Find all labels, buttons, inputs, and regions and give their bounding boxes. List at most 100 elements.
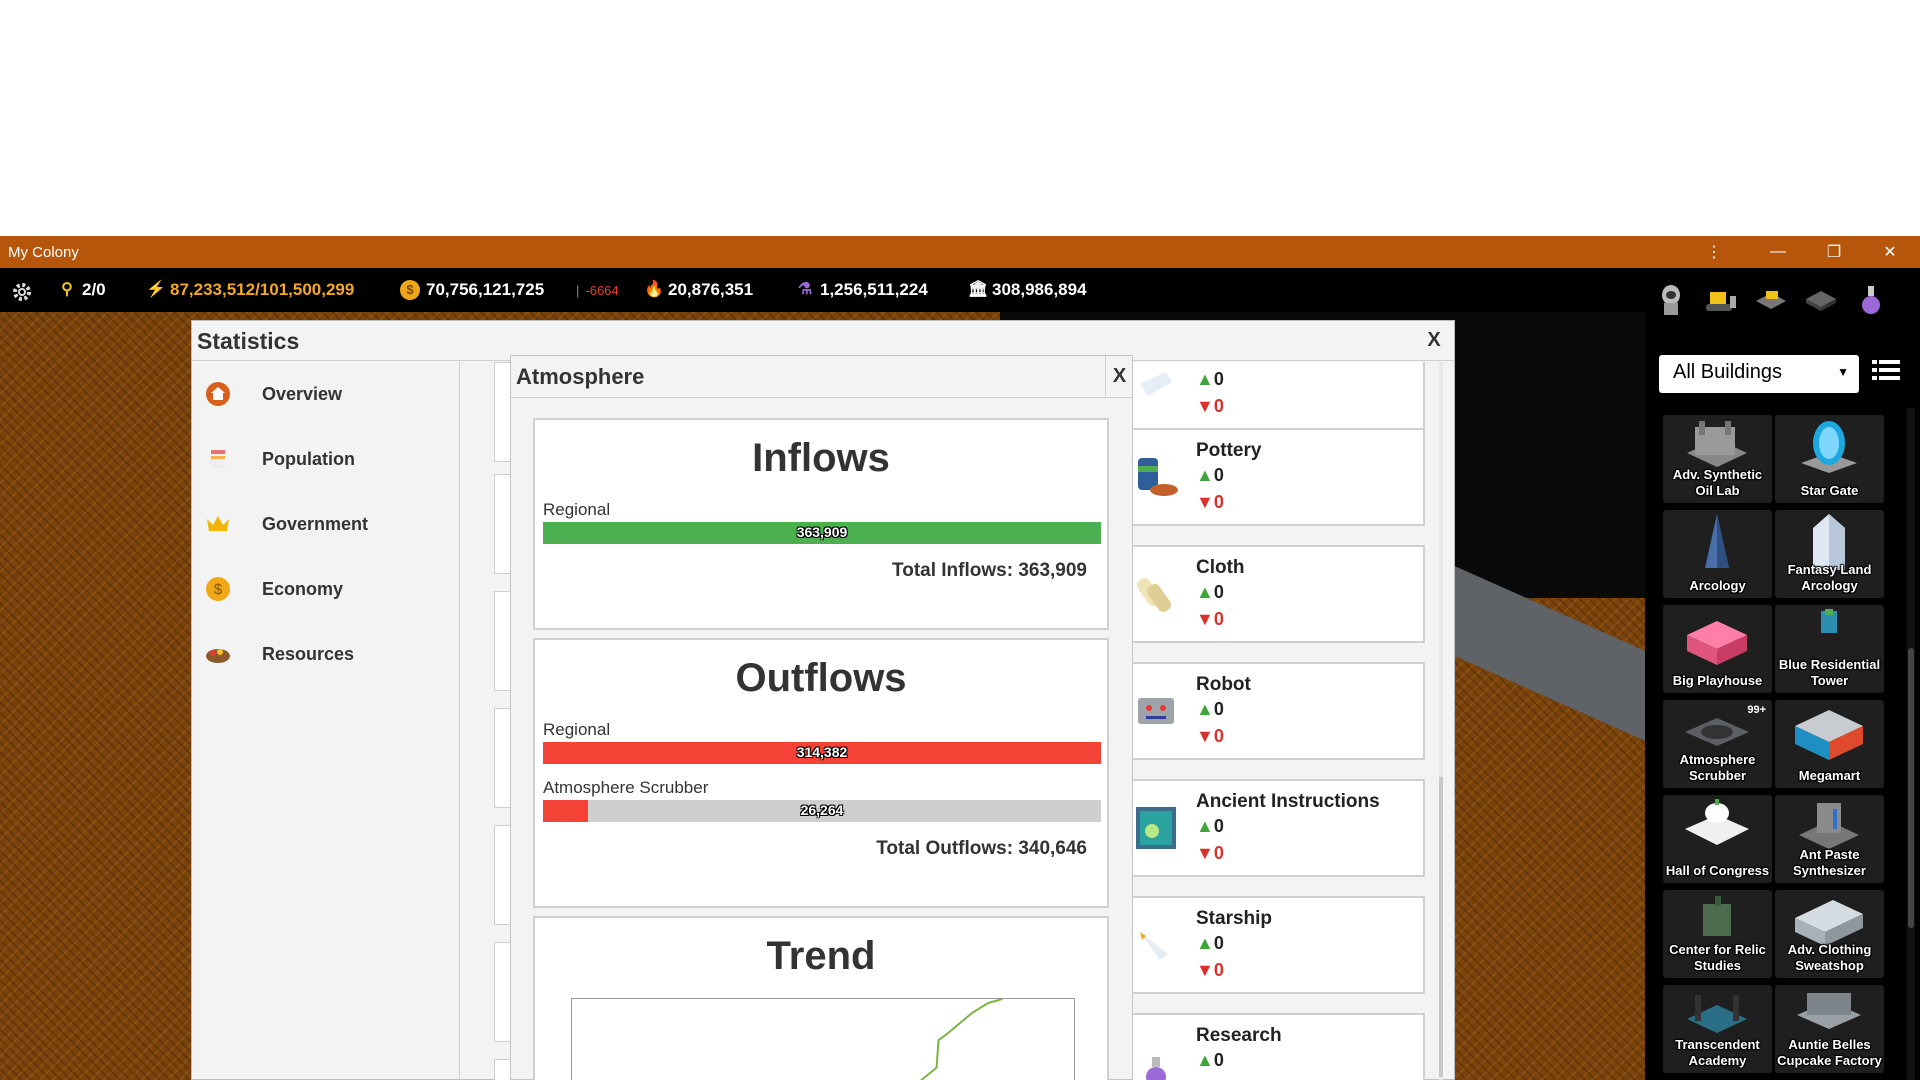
list-view-icon[interactable]: [1870, 356, 1906, 392]
building-card[interactable]: 99+ Atmosphere Scrubber: [1663, 700, 1772, 788]
nav-item-population[interactable]: Population: [204, 437, 454, 481]
building-label: Big Playhouse: [1672, 673, 1763, 688]
nav-item-overview[interactable]: Overview: [204, 372, 454, 416]
resource-inflow: ▲0: [1196, 699, 1224, 719]
building-card[interactable]: Star Gate: [1775, 415, 1884, 503]
building-card[interactable]: Big Playhouse: [1663, 605, 1772, 693]
inflows-title: Inflows: [752, 436, 890, 480]
robot-icon: [1138, 698, 1174, 724]
outflows-total: Total Outflows: 340,646: [876, 838, 1087, 859]
arcology-icon: [1705, 514, 1729, 568]
hall-of-congress-icon: [1685, 799, 1749, 845]
building-card[interactable]: Arcology: [1663, 510, 1772, 598]
resource-inflow: ▲0: [1196, 582, 1224, 602]
potion-value: 1,256,511,224: [820, 280, 928, 299]
settings-button[interactable]: [10, 280, 34, 304]
inflows-total: Total Inflows: 363,909: [892, 560, 1087, 581]
building-label: Center for Relic Studies: [1669, 942, 1766, 973]
bulldozer-icon[interactable]: [1699, 278, 1743, 322]
nav-item-economy[interactable]: $ Economy: [204, 567, 454, 611]
resource-name: Ancient Instructions: [1196, 791, 1380, 812]
resource-name: Research: [1196, 1025, 1282, 1046]
resource-inflow: ▲0: [1196, 1050, 1224, 1070]
coin-icon: $: [204, 575, 232, 603]
resource-outflow: ▼0: [1196, 960, 1224, 980]
tile-icon[interactable]: [1799, 278, 1843, 322]
fire-stat: 🔥 20,876,351: [644, 280, 753, 300]
trend-chart: [571, 998, 1075, 1080]
resource-inflow: ▲0: [1196, 465, 1224, 485]
resources-icon: [204, 640, 232, 668]
close-icon[interactable]: ✕: [1862, 236, 1918, 268]
app-window: My Colony ⋮ — ❐ ✕ ⚲ 2/0 ⚡ 87,233,512/101…: [0, 236, 1920, 1080]
resource-inflow: ▲0: [1196, 369, 1224, 389]
building-label: Auntie Belles Cupcake Factory: [1777, 1037, 1882, 1068]
building-card[interactable]: Auntie Belles Cupcake Factory: [1775, 985, 1884, 1073]
flask-icon[interactable]: [1849, 278, 1893, 322]
resource-card[interactable]: Starship ▲0 ▼0: [1126, 896, 1425, 994]
building-label: Ant Paste Synthesizer: [1793, 847, 1866, 878]
sidebar-scroll-thumb[interactable]: [1908, 648, 1914, 928]
window-title: My Colony: [8, 244, 79, 261]
flow-value: 314,382: [796, 744, 848, 760]
building-label: Fantasy Land Arcology: [1787, 562, 1872, 593]
gear-icon[interactable]: [10, 280, 34, 304]
resource-outflow: ▼0: [1196, 492, 1224, 512]
resource-card[interactable]: Robot ▲0 ▼0: [1126, 662, 1425, 760]
resource-card[interactable]: Research ▲0: [1126, 1013, 1425, 1080]
building-card[interactable]: Megamart: [1775, 700, 1884, 788]
minimize-icon[interactable]: —: [1750, 236, 1806, 268]
energy-value: 87,233,512/101,500,299: [170, 280, 355, 299]
playhouse-icon: [1687, 621, 1747, 665]
money-stat: $ 70,756,121,725: [400, 280, 544, 300]
building-card[interactable]: Fantasy Land Arcology: [1775, 510, 1884, 598]
pottery-icon: [1138, 458, 1178, 496]
more-vertical-icon[interactable]: ⋮: [1686, 236, 1742, 268]
paper-icon: [1140, 372, 1172, 396]
build-sidebar: All Buildings ▼ Adv. Synthetic Oil Lab S…: [1645, 268, 1920, 1080]
content-scrollbar[interactable]: [1439, 362, 1443, 1080]
cloth-icon: [1137, 578, 1171, 612]
build-tool-icon[interactable]: [1749, 278, 1793, 322]
blank-area: [0, 0, 1920, 236]
building-card[interactable]: Hall of Congress: [1663, 795, 1772, 883]
money-value: 70,756,121,725: [426, 280, 545, 299]
resource-card[interactable]: ▲0 ▼0: [1126, 362, 1425, 430]
outflows-title: Outflows: [735, 656, 907, 700]
building-label: Arcology: [1689, 578, 1746, 593]
building-filter-select[interactable]: All Buildings ▼: [1659, 355, 1859, 393]
building-card[interactable]: Blue Residential Tower: [1775, 605, 1884, 693]
megamart-icon: [1795, 710, 1863, 760]
flow-value: 363,909: [796, 524, 848, 540]
statistics-close-button[interactable]: X: [1420, 325, 1448, 355]
building-filter-value: All Buildings: [1673, 361, 1782, 383]
crown-icon: [204, 510, 232, 538]
building-card[interactable]: Adv. Clothing Sweatshop: [1775, 890, 1884, 978]
building-label: Hall of Congress: [1665, 863, 1770, 878]
nav-item-resources[interactable]: Resources: [204, 632, 454, 676]
building-label: Atmosphere Scrubber: [1679, 752, 1756, 783]
resource-card[interactable]: Cloth ▲0 ▼0: [1126, 545, 1425, 643]
building-label: Transcendent Academy: [1675, 1037, 1760, 1068]
building-label: Star Gate: [1800, 483, 1859, 498]
restore-icon[interactable]: ❐: [1806, 236, 1862, 268]
building-card[interactable]: Adv. Synthetic Oil Lab: [1663, 415, 1772, 503]
fire-value: 20,876,351: [668, 280, 754, 299]
atmosphere-close-button[interactable]: X: [1105, 356, 1133, 396]
building-card[interactable]: Ant Paste Synthesizer: [1775, 795, 1884, 883]
content-scroll-thumb[interactable]: [1439, 777, 1443, 1077]
resource-outflow: ▼0: [1196, 843, 1224, 863]
sidebar-scrollbar[interactable]: [1907, 408, 1915, 1080]
nav-label: Overview: [262, 383, 343, 404]
inflows-panel: Inflows Regional 363,909 Total Inflows: …: [533, 418, 1109, 630]
money-delta-value: -6664: [585, 283, 619, 298]
nav-item-government[interactable]: Government: [204, 502, 454, 546]
building-card[interactable]: Center for Relic Studies: [1663, 890, 1772, 978]
resource-card[interactable]: Pottery ▲0 ▼0: [1126, 428, 1425, 526]
building-card[interactable]: Transcendent Academy: [1663, 985, 1772, 1073]
keys-stat: ⚲ 2/0: [58, 280, 106, 300]
astronaut-icon[interactable]: [1649, 278, 1693, 322]
resource-card[interactable]: Ancient Instructions ▲0 ▼0: [1126, 779, 1425, 877]
resource-name: Starship: [1196, 908, 1273, 929]
statistics-title: Statistics: [197, 328, 300, 354]
